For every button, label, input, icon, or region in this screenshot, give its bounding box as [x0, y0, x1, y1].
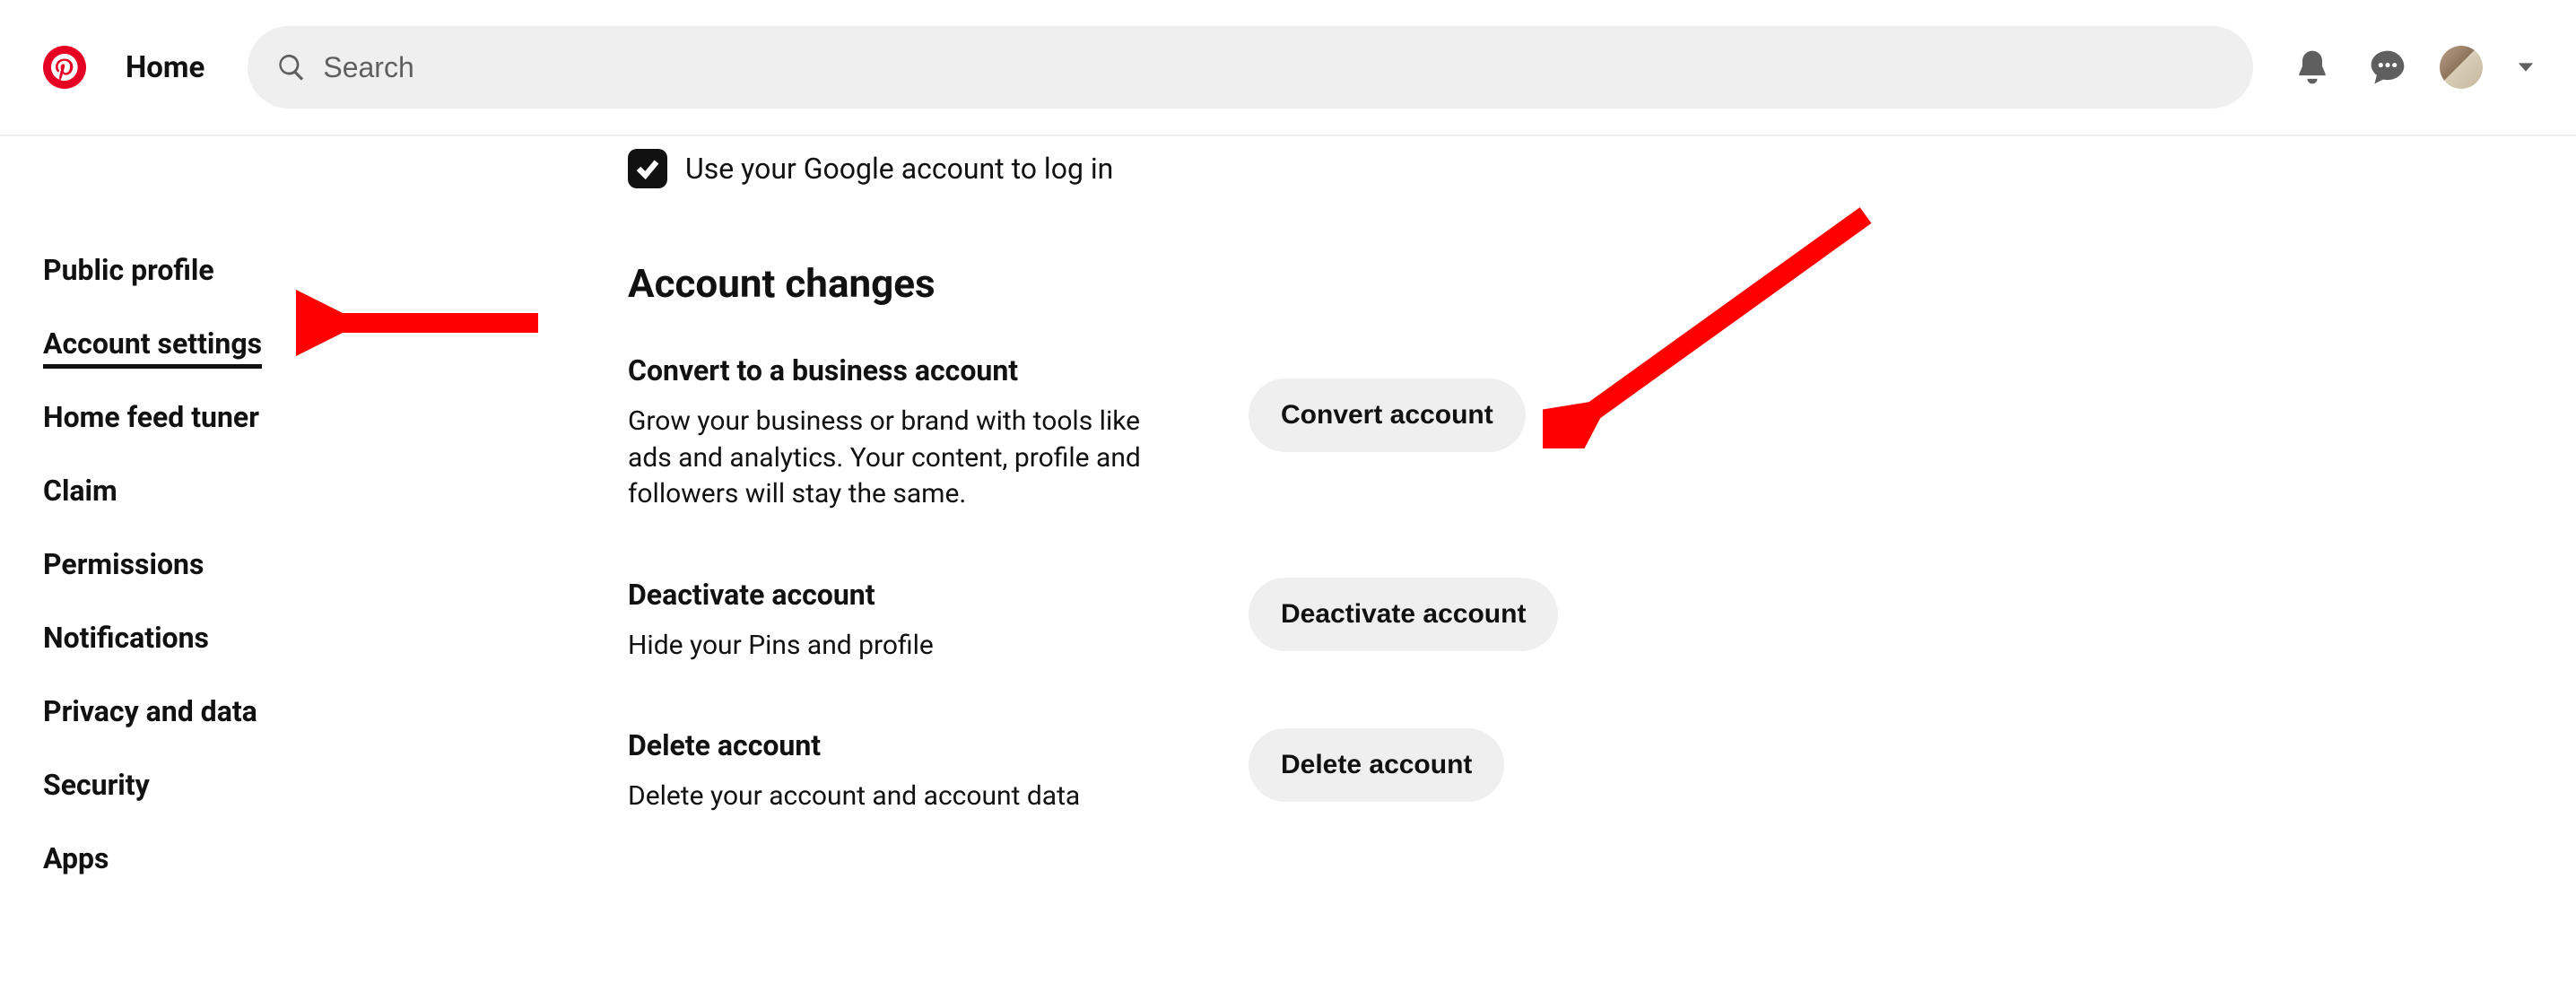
- sidebar-item-notifications[interactable]: Notifications: [43, 601, 209, 674]
- sidebar-item-label: Notifications: [43, 621, 209, 655]
- sidebar-item-label: Permissions: [43, 547, 204, 581]
- search-input[interactable]: [323, 51, 2224, 84]
- account-menu-toggle[interactable]: [2511, 53, 2540, 82]
- convert-account-row: Convert to a business account Grow your …: [628, 353, 2576, 513]
- sidebar-item-claim[interactable]: Claim: [43, 454, 117, 527]
- settings-content: Use your Google account to log in Accoun…: [628, 144, 2576, 895]
- notifications-button[interactable]: [2289, 44, 2336, 91]
- search-bar[interactable]: [248, 26, 2253, 109]
- home-link[interactable]: Home: [126, 50, 205, 85]
- google-login-checkbox[interactable]: [628, 149, 667, 188]
- header: Home: [0, 0, 2576, 136]
- sidebar-item-account-settings[interactable]: Account settings: [43, 307, 262, 380]
- header-actions: [2289, 44, 2540, 91]
- convert-account-button[interactable]: Convert account: [1249, 379, 1526, 452]
- deactivate-account-row: Deactivate account Hide your Pins and pr…: [628, 578, 2576, 665]
- deactivate-account-desc: Hide your Pins and profile: [628, 628, 1184, 665]
- chevron-down-icon: [2513, 55, 2538, 80]
- sidebar-item-public-profile[interactable]: Public profile: [43, 233, 214, 307]
- sidebar-item-label: Claim: [43, 474, 117, 508]
- delete-account-row: Delete account Delete your account and a…: [628, 728, 2576, 815]
- page-body: Public profile Account settings Home fee…: [0, 136, 2576, 895]
- chat-icon: [2368, 48, 2407, 87]
- deactivate-account-text: Deactivate account Hide your Pins and pr…: [628, 578, 1184, 665]
- sidebar-item-label: Home feed tuner: [43, 400, 259, 434]
- google-login-label: Use your Google account to log in: [685, 152, 1113, 186]
- delete-account-title: Delete account: [628, 728, 1184, 762]
- deactivate-account-button[interactable]: Deactivate account: [1249, 578, 1558, 651]
- pinterest-logo[interactable]: [43, 46, 86, 89]
- sidebar-item-security[interactable]: Security: [43, 748, 150, 822]
- avatar[interactable]: [2440, 46, 2483, 89]
- account-changes-heading: Account changes: [628, 260, 2576, 307]
- google-login-row: Use your Google account to log in: [628, 144, 2576, 188]
- sidebar-item-label: Apps: [43, 841, 109, 875]
- settings-sidebar: Public profile Account settings Home fee…: [0, 144, 628, 895]
- convert-account-title: Convert to a business account: [628, 353, 1184, 387]
- deactivate-account-title: Deactivate account: [628, 578, 1184, 612]
- check-icon: [634, 155, 661, 182]
- sidebar-item-label: Public profile: [43, 253, 214, 287]
- sidebar-item-home-feed-tuner[interactable]: Home feed tuner: [43, 380, 259, 454]
- convert-account-text: Convert to a business account Grow your …: [628, 353, 1184, 513]
- pinterest-icon: [51, 54, 78, 81]
- sidebar-item-permissions[interactable]: Permissions: [43, 527, 204, 601]
- convert-account-desc: Grow your business or brand with tools l…: [628, 404, 1184, 513]
- sidebar-item-label: Security: [43, 768, 150, 802]
- search-icon: [276, 52, 307, 83]
- sidebar-item-label: Privacy and data: [43, 694, 257, 728]
- messages-button[interactable]: [2364, 44, 2411, 91]
- delete-account-button[interactable]: Delete account: [1249, 728, 1504, 802]
- sidebar-item-label: Account settings: [43, 326, 262, 369]
- delete-account-text: Delete account Delete your account and a…: [628, 728, 1184, 815]
- sidebar-item-apps[interactable]: Apps: [43, 822, 109, 895]
- sidebar-item-privacy-and-data[interactable]: Privacy and data: [43, 674, 257, 748]
- bell-icon: [2293, 48, 2332, 87]
- delete-account-desc: Delete your account and account data: [628, 779, 1184, 815]
